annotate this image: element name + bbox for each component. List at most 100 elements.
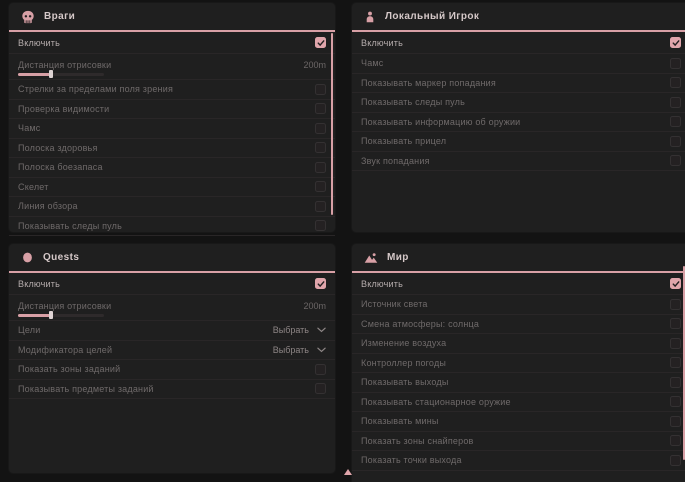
checkbox-label: Показывать маркер попадания	[361, 78, 496, 88]
checkbox[interactable]	[670, 278, 681, 289]
checkbox-label: Показывать предметы заданий	[18, 384, 154, 394]
checkbox-label: Показывать мины	[361, 416, 439, 426]
checkbox[interactable]	[315, 278, 326, 289]
row-checkbox: Показывать следы пуль	[352, 93, 685, 113]
checkbox[interactable]	[315, 220, 326, 231]
resize-triangle-icon	[344, 469, 352, 475]
checkbox[interactable]	[315, 103, 326, 114]
row-checkbox: Показывать следы пуль	[9, 217, 335, 237]
panel-quests-header: Quests	[9, 244, 335, 273]
row-checkbox: Контроллер погоды	[352, 354, 685, 374]
chevron-down-icon	[317, 347, 326, 353]
checkbox[interactable]	[670, 416, 681, 427]
row-slider: Дистанция отрисовки200m	[9, 295, 335, 321]
checkbox[interactable]	[315, 201, 326, 212]
checkbox[interactable]	[670, 116, 681, 127]
row-checkbox: Показывать маркер попадания	[352, 74, 685, 94]
row-checkbox: Показывать мины	[352, 412, 685, 432]
checkbox[interactable]	[315, 162, 326, 173]
checkbox[interactable]	[670, 455, 681, 466]
checkbox-label: Показывать стационарное оружие	[361, 397, 511, 407]
checkbox[interactable]	[315, 123, 326, 134]
scrollbar-thumb[interactable]	[331, 33, 333, 215]
row-checkbox: Включить	[352, 273, 685, 295]
slider-track[interactable]	[18, 73, 104, 76]
checkbox-label: Показать зоны заданий	[18, 364, 120, 374]
checkbox-label: Линия обзора	[18, 201, 78, 211]
panel-body: Включить Источник света Смена атмосферы: с…	[352, 273, 685, 471]
row-checkbox: Полоска здоровья	[9, 139, 335, 159]
checkbox[interactable]	[670, 58, 681, 69]
panel-title: Мир	[387, 252, 409, 263]
slider-fill	[18, 73, 51, 76]
checkbox[interactable]	[315, 383, 326, 394]
skull-icon	[21, 10, 35, 24]
row-checkbox: Включить	[9, 273, 335, 295]
row-checkbox: Показывать предметы заданий	[9, 380, 335, 400]
panel-local-player: Локальный Игрок ВключитьЧамсПоказывать м…	[352, 3, 685, 232]
checkbox[interactable]	[670, 97, 681, 108]
select-label: Модификатора целей	[18, 345, 112, 355]
row-checkbox: Включить	[9, 32, 335, 54]
checkbox-label: Проверка видимости	[18, 104, 109, 114]
checkbox-label: Источник света	[361, 299, 428, 309]
quest-icon	[21, 251, 34, 264]
checkbox-label: Показать точки выхода	[361, 455, 462, 465]
row-checkbox: Показать точки выхода	[352, 451, 685, 471]
row-checkbox: Источник света	[352, 295, 685, 315]
chevron-down-icon	[317, 327, 326, 333]
checkbox[interactable]	[670, 299, 681, 310]
row-checkbox: Чамс	[9, 119, 335, 139]
row-checkbox: Показывать информацию об оружии	[352, 113, 685, 133]
checkbox[interactable]	[315, 181, 326, 192]
checkbox[interactable]	[670, 136, 681, 147]
row-checkbox: Смена атмосферы: солнца	[352, 315, 685, 335]
world-icon	[364, 251, 378, 265]
select-value: Выбрать	[273, 345, 309, 355]
checkbox-label: Включить	[361, 279, 403, 289]
slider-thumb[interactable]	[49, 70, 53, 78]
slider-label-line: Дистанция отрисовки200m	[18, 301, 326, 311]
checkbox-label: Чамс	[361, 58, 384, 68]
slider-value: 200m	[303, 60, 326, 70]
select-dropdown[interactable]: Выбрать	[273, 325, 326, 335]
checkbox[interactable]	[670, 357, 681, 368]
checkbox-label: Стрелки за пределами поля зрения	[18, 84, 173, 94]
checkbox-label: Изменение воздуха	[361, 338, 446, 348]
checkbox-label: Включить	[18, 279, 60, 289]
slider-fill	[18, 314, 51, 317]
panel-local-player-header: Локальный Игрок	[352, 3, 685, 32]
checkbox[interactable]	[315, 84, 326, 95]
checkbox[interactable]	[670, 377, 681, 388]
row-checkbox: Изменение воздуха	[352, 334, 685, 354]
checkbox[interactable]	[315, 142, 326, 153]
slider-track[interactable]	[18, 314, 104, 317]
checkbox[interactable]	[670, 318, 681, 329]
row-checkbox: Стрелки за пределами поля зрения	[9, 80, 335, 100]
slider-label-line: Дистанция отрисовки200m	[18, 60, 326, 70]
panel-quests: Quests Включить Дистанция отрисовки200m Це…	[9, 244, 335, 473]
checkbox-label: Показать зоны снайперов	[361, 436, 474, 446]
checkbox[interactable]	[670, 435, 681, 446]
panel-world: Мир Включить Источник света Смена атмосфер…	[352, 244, 685, 482]
slider-thumb[interactable]	[49, 311, 53, 319]
row-select: ЦелиВыбрать	[9, 321, 335, 341]
checkbox-label: Показывать следы пуль	[18, 221, 122, 231]
row-checkbox: Звук попадания	[352, 152, 685, 172]
checkbox[interactable]	[670, 338, 681, 349]
checkbox-label: Скелет	[18, 182, 49, 192]
row-checkbox: Показать зоны заданий	[9, 360, 335, 380]
checkbox[interactable]	[315, 37, 326, 48]
slider-label: Дистанция отрисовки	[18, 301, 111, 311]
checkbox[interactable]	[670, 37, 681, 48]
panel-world-header: Мир	[352, 244, 685, 273]
checkbox-label: Смена атмосферы: солнца	[361, 319, 479, 329]
checkbox[interactable]	[315, 364, 326, 375]
checkbox[interactable]	[670, 77, 681, 88]
checkbox[interactable]	[670, 396, 681, 407]
row-checkbox: Показывать стационарное оружие	[352, 393, 685, 413]
checkbox-label: Контроллер погоды	[361, 358, 446, 368]
checkbox-label: Показывать следы пуль	[361, 97, 465, 107]
checkbox[interactable]	[670, 155, 681, 166]
select-dropdown[interactable]: Выбрать	[273, 345, 326, 355]
